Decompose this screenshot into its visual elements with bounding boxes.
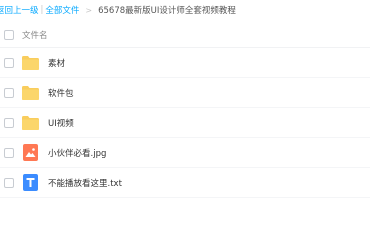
row-checkbox[interactable] xyxy=(4,117,14,128)
folder-icon xyxy=(22,84,39,101)
current-folder-name: 65678最新版UI设计师全套视频教程 xyxy=(98,6,236,16)
image-file-icon xyxy=(22,144,39,161)
file-row-material[interactable]: 素材 xyxy=(0,48,370,78)
row-checkbox[interactable] xyxy=(4,147,14,158)
file-row-software[interactable]: 软件包 xyxy=(0,78,370,108)
file-name[interactable]: 小伙伴必看.jpg xyxy=(48,147,106,159)
text-file-icon xyxy=(22,174,39,191)
breadcrumb-separator: | xyxy=(40,5,44,15)
file-name[interactable]: UI视频 xyxy=(48,117,74,129)
all-files-link[interactable]: 全部文件 xyxy=(45,4,79,16)
folder-icon xyxy=(22,114,39,131)
file-list-header: 文件名 xyxy=(0,22,370,48)
breadcrumb: 返回上一级 | 全部文件 > 65678最新版UI设计师全套视频教程 xyxy=(0,0,370,20)
row-checkbox[interactable] xyxy=(4,57,14,68)
file-name[interactable]: 不能播放看这里.txt xyxy=(48,177,122,189)
breadcrumb-arrow: > xyxy=(85,5,93,15)
file-name[interactable]: 软件包 xyxy=(48,87,74,99)
select-all-checkbox[interactable] xyxy=(4,29,14,40)
file-name[interactable]: 素材 xyxy=(48,57,65,69)
file-row-jpg[interactable]: 小伙伴必看.jpg xyxy=(0,138,370,168)
column-header-filename: 文件名 xyxy=(22,30,48,41)
folder-icon xyxy=(22,54,39,71)
back-link[interactable]: 返回上一级 xyxy=(0,4,39,16)
row-checkbox[interactable] xyxy=(4,87,14,98)
file-row-txt[interactable]: 不能播放看这里.txt xyxy=(0,168,370,198)
row-checkbox[interactable] xyxy=(4,177,14,188)
file-row-ui-video[interactable]: UI视频 xyxy=(0,108,370,138)
